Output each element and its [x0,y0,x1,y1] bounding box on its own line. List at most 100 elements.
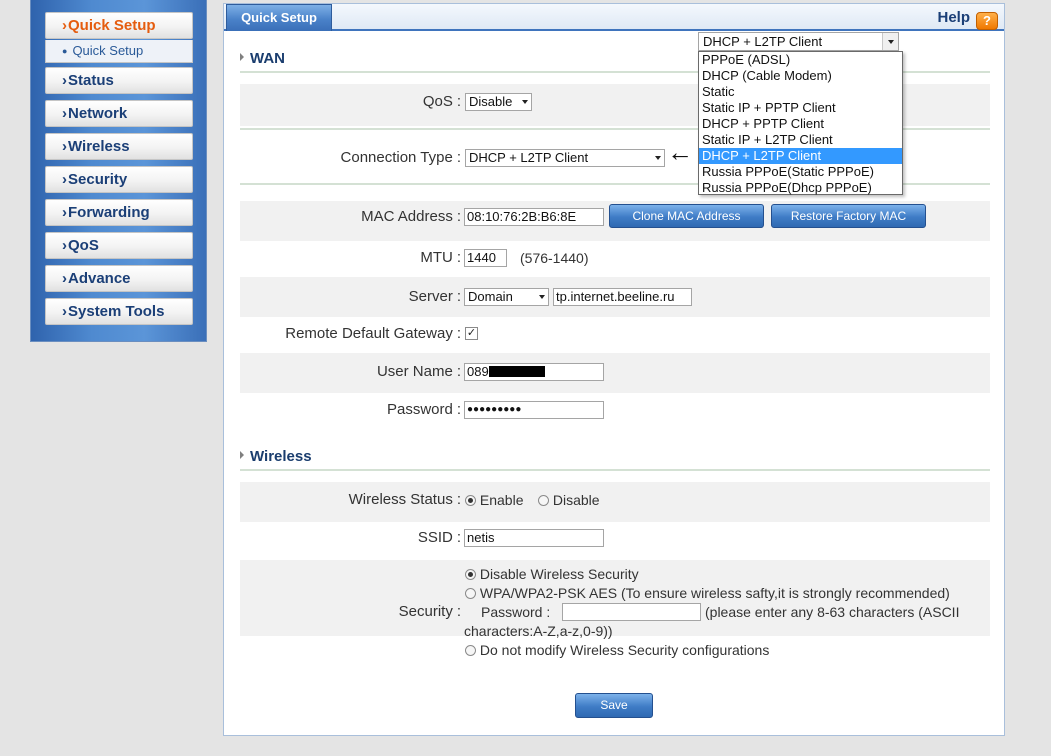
bullet-icon: ● [62,46,68,56]
section-wireless: Wireless [240,448,312,465]
dropdown-option-selected[interactable]: DHCP + L2TP Client [699,148,902,164]
mac-label: MAC Address: [361,208,461,225]
connection-type-dropdown-header[interactable]: DHCP + L2TP Client [698,32,899,51]
nav-network[interactable]: ›Network [45,100,193,127]
wpa-hint-line1: (please enter any 8-63 characters (ASCII [705,604,960,620]
mac-address-input[interactable]: 08:10:76:2B:B6:8E [464,208,604,226]
nav-label: Forwarding [68,204,150,221]
tab-quick-setup[interactable]: Quick Setup [226,4,332,31]
arrow-left-icon: ← [667,137,693,167]
nav-security[interactable]: ›Security [45,166,193,193]
nav-label: Wireless [68,138,130,155]
chevron-down-icon [539,295,545,299]
mtu-label: MTU: [420,249,461,266]
wpa-hint-line2: characters:A-Z,a-z,0-9)) [464,623,613,639]
dropdown-option[interactable]: Static IP + L2TP Client [699,132,902,148]
chevron-down-icon [522,100,528,104]
security-nomodify-label: Do not modify Wireless Security configur… [479,642,770,658]
nav-label: Network [68,105,128,122]
save-button[interactable]: Save [575,693,653,718]
username-value: 089 [467,364,489,379]
divider [240,469,990,471]
security-label: Security: [398,603,461,620]
dropdown-option[interactable]: DHCP + PPTP Client [699,116,902,132]
nav-label: System Tools [68,303,165,320]
security-disable-label: Disable Wireless Security [479,566,639,582]
qos-label: QoS: [422,93,461,110]
ssid-label: SSID: [417,529,461,546]
radio-button[interactable] [465,645,476,656]
section-wan-title: WAN [250,50,285,67]
dropdown-option[interactable]: Russia PPPoE(Static PPPoE) [699,164,902,180]
password-label: Password: [386,401,461,418]
clone-mac-button[interactable]: Clone MAC Address [609,204,764,228]
radio-button[interactable] [538,495,549,506]
server-type-value: Domain [468,289,513,304]
nav-wireless[interactable]: ›Wireless [45,133,193,160]
nav-advance[interactable]: ›Advance [45,265,193,292]
nav-status[interactable]: ›Status [45,67,193,94]
nav-quick-setup[interactable]: ›Quick Setup [45,12,193,39]
section-wireless-title: Wireless [250,448,312,465]
server-label: Server: [408,288,461,305]
nav-system-tools[interactable]: ›System Tools [45,298,193,325]
header-bar: Quick Setup Help? [224,4,1004,31]
nav-label: Quick Setup [68,17,156,34]
mtu-input[interactable]: 1440 [464,249,507,267]
radio-button[interactable] [465,495,476,506]
wpa-password-input[interactable] [562,603,701,621]
nav-label: Advance [68,270,131,287]
nav-sub-label: Quick Setup [72,43,144,58]
dropdown-option[interactable]: DHCP (Cable Modem) [699,68,902,84]
nav-label: Status [68,72,114,89]
gateway-checkbox[interactable]: ✓ [465,327,478,340]
password-input[interactable]: ●●●●●●●●● [464,401,604,419]
nav-forwarding[interactable]: ›Forwarding [45,199,193,226]
dropdown-option[interactable]: Static IP + PPTP Client [699,100,902,116]
redaction-bar [488,366,545,377]
nav-sub-quick-setup[interactable]: ● Quick Setup [45,40,193,63]
wireless-enable-option[interactable]: Enable [465,492,523,508]
help-icon[interactable]: ? [976,12,998,30]
nav-label: Security [68,171,128,188]
nav-qos[interactable]: ›QoS [45,232,193,259]
username-label: User Name: [376,363,461,380]
wireless-status-label: Wireless Status: [348,491,461,508]
dropdown-option[interactable]: Russia PPPoE(Dhcp PPPoE) [699,180,902,196]
help-link[interactable]: Help? [937,8,998,30]
qos-value: Disable [469,94,513,109]
security-wpa-option[interactable]: WPA/WPA2-PSK AES (To ensure wireless saf… [465,585,950,601]
connection-type-dropdown-list: PPPoE (ADSL) DHCP (Cable Modem) Static S… [698,51,903,195]
triangle-icon [240,451,244,459]
server-type-select[interactable]: Domain [464,288,549,306]
radio-button[interactable] [465,588,476,599]
restore-mac-button[interactable]: Restore Factory MAC [771,204,926,228]
radio-button[interactable] [465,569,476,580]
row-band [240,353,990,393]
sidebar: ›Quick Setup ● Quick Setup ›Status ›Netwo… [30,0,207,342]
server-input[interactable]: tp.internet.beeline.ru [553,288,692,306]
gateway-label: Remote Default Gateway: [285,325,461,342]
triangle-icon [240,53,244,61]
section-wan: WAN [240,50,285,67]
mtu-hint: (576-1440) [520,250,589,266]
chevron-down-icon[interactable] [882,33,898,50]
dropdown-option[interactable]: PPPoE (ADSL) [699,52,902,68]
help-label: Help [937,9,970,26]
wpa-password-label: Password : [481,604,551,620]
chevron-down-icon [655,156,661,160]
security-wpa-label: WPA/WPA2-PSK AES (To ensure wireless saf… [479,585,950,601]
qos-select[interactable]: Disable [465,93,532,111]
security-disable-option[interactable]: Disable Wireless Security [465,566,639,582]
connection-type-label: Connection Type: [340,149,461,166]
security-nomodify-option[interactable]: Do not modify Wireless Security configur… [465,642,769,658]
username-input[interactable]: 089 [464,363,604,381]
wireless-disable-option[interactable]: Disable [538,492,600,508]
ssid-input[interactable]: netis [464,529,604,547]
dropdown-option[interactable]: Static [699,84,902,100]
enable-label: Enable [479,492,524,508]
nav-label: QoS [68,237,99,254]
connection-type-value: DHCP + L2TP Client [469,150,589,165]
connection-type-select[interactable]: DHCP + L2TP Client [465,149,665,167]
dropdown-current: DHCP + L2TP Client [703,34,823,49]
